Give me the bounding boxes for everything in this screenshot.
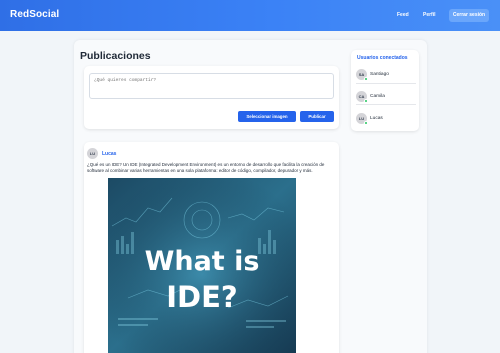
publish-button[interactable]: Publicar <box>300 111 334 122</box>
top-navbar: RedSocial Feed Perfil Cerrar sesión <box>0 0 500 31</box>
post-composer-input[interactable] <box>89 73 334 99</box>
online-status-icon <box>364 121 368 125</box>
post-image[interactable]: What is IDE? <box>108 178 296 353</box>
online-user-item[interactable]: SA Santiago <box>356 69 416 89</box>
online-users-title: Usuarios conectados <box>357 55 408 61</box>
online-user-item[interactable]: CA Camila <box>356 91 416 111</box>
divider <box>356 104 416 105</box>
page-title: Publicaciones <box>80 50 151 62</box>
nav-feed-link[interactable]: Feed <box>397 12 409 18</box>
online-status-icon <box>364 77 368 81</box>
user-name: Camila <box>370 94 385 99</box>
online-status-icon <box>364 99 368 103</box>
post-author-name[interactable]: Lucas <box>102 151 116 157</box>
select-image-button[interactable]: Seleccionar imagen <box>238 111 296 122</box>
nav-profile-link[interactable]: Perfil <box>423 12 436 18</box>
user-name: Santiago <box>370 72 389 77</box>
brand-logo[interactable]: RedSocial <box>10 9 59 20</box>
post-author-avatar: LU <box>87 148 98 159</box>
image-caption-line2: IDE? <box>166 280 238 314</box>
image-caption-line1: What is <box>144 246 260 277</box>
divider <box>356 83 416 84</box>
online-user-item[interactable]: LU Lucas <box>356 113 416 133</box>
logout-button[interactable]: Cerrar sesión <box>449 9 489 22</box>
post-body-text: ¿Qué es un IDE? Un IDE (Integrated Devel… <box>87 162 325 173</box>
user-name: Lucas <box>370 116 383 121</box>
